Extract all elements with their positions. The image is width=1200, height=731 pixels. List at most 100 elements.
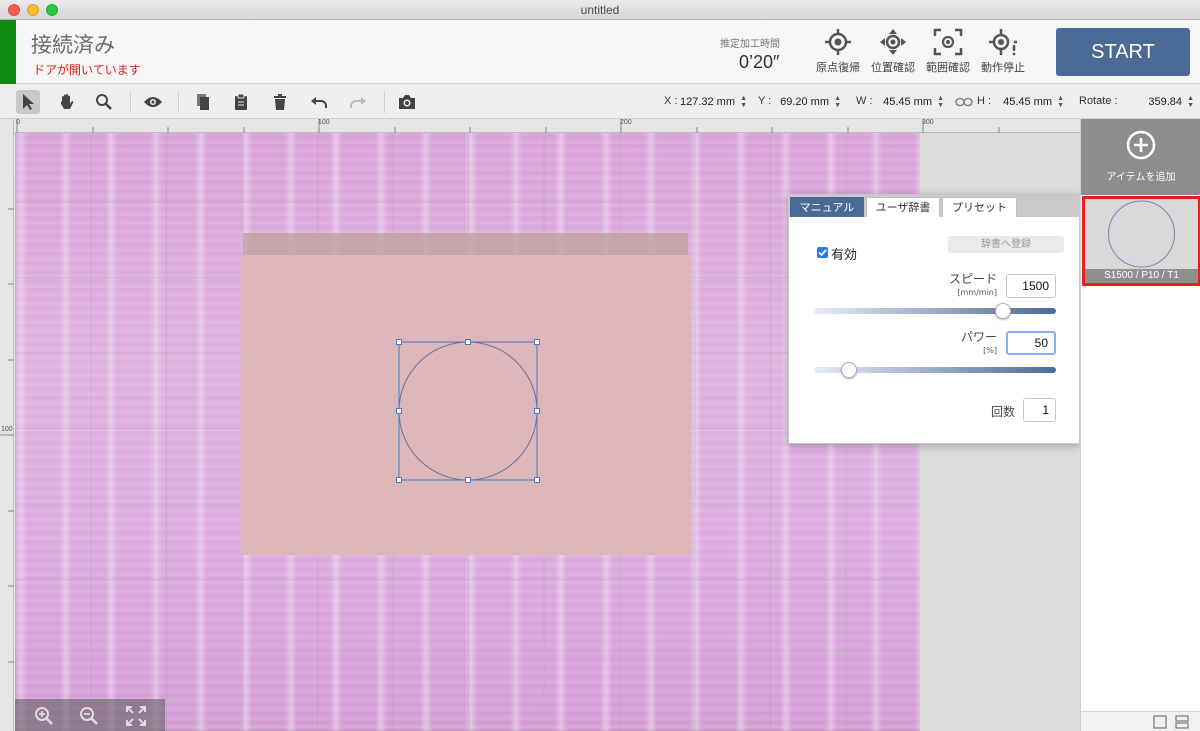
ruler-label: 300 <box>922 119 934 126</box>
height-value: 45.45 mm <box>1003 96 1052 108</box>
laser-settings-panel: マニュアル ユーザ辞書 プリセット 有効 辞書へ登録 スピード [mm/min]… <box>788 194 1080 444</box>
ruler-ticks <box>16 119 1000 133</box>
ruler-label: 0 <box>16 119 20 126</box>
ruler-label: 200 <box>620 119 632 126</box>
x-stepper-icon[interactable]: ▲ ▼ <box>740 95 747 109</box>
x-position-value: 127.32 mm <box>679 96 735 108</box>
power-unit: [%] <box>983 346 997 355</box>
preview-toggle-button[interactable] <box>141 90 165 114</box>
window-titlebar: untitled <box>0 0 1200 20</box>
speed-slider-knob[interactable] <box>994 303 1011 319</box>
repeat-count-label: 回数 <box>990 405 1015 419</box>
item-settings-label: S1500 / P10 / T1 <box>1085 269 1198 283</box>
start-button[interactable]: START <box>1056 28 1190 76</box>
home-return-button[interactable]: 原点復帰 <box>810 28 866 78</box>
item-sidebar: アイテムを追加 S1500 / P10 / T1 <box>1080 119 1200 731</box>
speed-label: スピード <box>948 272 997 286</box>
register-dictionary-button[interactable]: 辞書へ登録 <box>948 236 1064 253</box>
window-title: untitled <box>580 3 620 17</box>
zoom-tool-button[interactable] <box>92 90 116 114</box>
tab-preset[interactable]: プリセット <box>942 197 1017 217</box>
position-check-button[interactable]: 位置確認 <box>865 28 921 78</box>
estimated-time-value: 0’20″ <box>739 52 780 72</box>
stop-target-icon <box>989 29 1017 56</box>
speed-unit: [mm/min] <box>957 288 997 297</box>
checkmark-icon <box>818 249 827 257</box>
paste-button[interactable] <box>229 90 253 114</box>
speed-slider[interactable] <box>814 303 1056 319</box>
range-check-button[interactable]: 範囲確認 <box>920 28 976 78</box>
redo-icon <box>350 97 366 108</box>
power-slider-knob[interactable] <box>841 362 858 378</box>
single-view-icon[interactable] <box>1153 715 1167 729</box>
ruler-label: 100 <box>318 119 330 126</box>
range-frame-icon <box>933 28 963 56</box>
speed-input[interactable]: 1500 <box>1006 274 1056 298</box>
y-position-field[interactable]: 69.20 mm ▲ ▼ <box>770 92 843 112</box>
expand-arrows-icon <box>126 706 146 726</box>
power-label: パワー <box>960 330 997 344</box>
y-stepper-icon[interactable]: ▲ ▼ <box>834 95 841 109</box>
width-stepper-icon[interactable]: ▲ ▼ <box>937 95 944 109</box>
select-tool-button[interactable] <box>16 90 40 114</box>
edit-toolbar: X : 127.32 mm ▲ ▼ Y : 69.20 mm ▲ ▼ W : 45.45… <box>0 85 1200 119</box>
connection-status-title: 接続済み <box>31 33 115 57</box>
width-field[interactable]: 45.45 mm ▲ ▼ <box>870 92 946 112</box>
aspect-lock-button[interactable] <box>952 90 976 114</box>
zoom-controls <box>15 699 165 731</box>
estimated-time-label: 推定加工時間 <box>720 39 780 50</box>
magnifier-icon <box>96 94 112 110</box>
y-position-value: 69.20 mm <box>780 96 829 108</box>
add-item-button[interactable]: アイテムを追加 <box>1081 119 1200 195</box>
add-item-label: アイテムを追加 <box>1106 172 1176 183</box>
select-arrow-icon <box>23 94 34 110</box>
machine-header: 接続済み ドアが開いています 推定加工時間 0’20″ 原点復帰 位置確認 範囲… <box>0 20 1200 84</box>
rotate-label: Rotate : <box>1079 95 1118 107</box>
paste-icon <box>235 93 247 110</box>
item-card[interactable]: S1500 / P10 / T1 <box>1082 196 1200 286</box>
copy-icon <box>197 94 209 110</box>
undo-button[interactable] <box>307 90 331 114</box>
ruler-ticks <box>0 208 14 663</box>
tab-manual[interactable]: マニュアル <box>790 197 864 217</box>
eye-icon <box>144 97 162 107</box>
enabled-checkbox[interactable] <box>817 247 828 258</box>
trash-icon <box>274 94 286 110</box>
selected-circle[interactable] <box>396 339 540 483</box>
delete-button[interactable] <box>268 90 292 114</box>
settings-tabs: マニュアル ユーザ辞書 プリセット <box>789 195 1079 217</box>
tab-user-dictionary[interactable]: ユーザ辞書 <box>866 197 940 217</box>
ruler-label: 100 <box>1 426 13 433</box>
rotate-stepper-icon[interactable]: ▲ ▼ <box>1187 95 1194 109</box>
toolbar-divider <box>384 91 385 113</box>
door-warning-message: ドアが開いています <box>33 63 141 77</box>
home-return-label: 原点復帰 <box>816 61 860 74</box>
split-view-icon[interactable] <box>1175 715 1189 729</box>
height-stepper-icon[interactable]: ▲ ▼ <box>1057 95 1064 109</box>
redo-button[interactable] <box>346 90 370 114</box>
zoom-out-button[interactable] <box>78 705 100 727</box>
pan-tool-button[interactable] <box>55 90 79 114</box>
camera-capture-button[interactable] <box>395 90 419 114</box>
rotate-field[interactable]: 359.84 ▲ ▼ <box>1120 92 1196 112</box>
undo-icon <box>311 97 327 108</box>
link-chain-icon <box>955 97 973 107</box>
fit-to-screen-button[interactable] <box>125 705 147 727</box>
h-label: H : <box>977 95 992 107</box>
repeat-count-input[interactable]: 1 <box>1023 398 1056 422</box>
height-field[interactable]: 45.45 mm ▲ ▼ <box>990 92 1066 112</box>
sidebar-footer <box>1081 711 1200 731</box>
zoom-in-icon <box>35 707 53 725</box>
power-slider[interactable] <box>814 362 1056 378</box>
connection-status-indicator <box>0 20 16 84</box>
hand-pan-icon <box>61 94 74 109</box>
power-input[interactable]: 50 <box>1006 331 1056 355</box>
range-check-label: 範囲確認 <box>926 61 970 74</box>
stop-operation-button[interactable]: 動作停止 <box>975 28 1031 78</box>
selected-shape-layer <box>396 339 899 483</box>
x-position-field[interactable]: 127.32 mm ▲ ▼ <box>676 92 749 112</box>
enabled-label: 有効 <box>831 248 858 263</box>
copy-button[interactable] <box>191 90 215 114</box>
zoom-in-button[interactable] <box>33 705 55 727</box>
width-value: 45.45 mm <box>883 96 932 108</box>
